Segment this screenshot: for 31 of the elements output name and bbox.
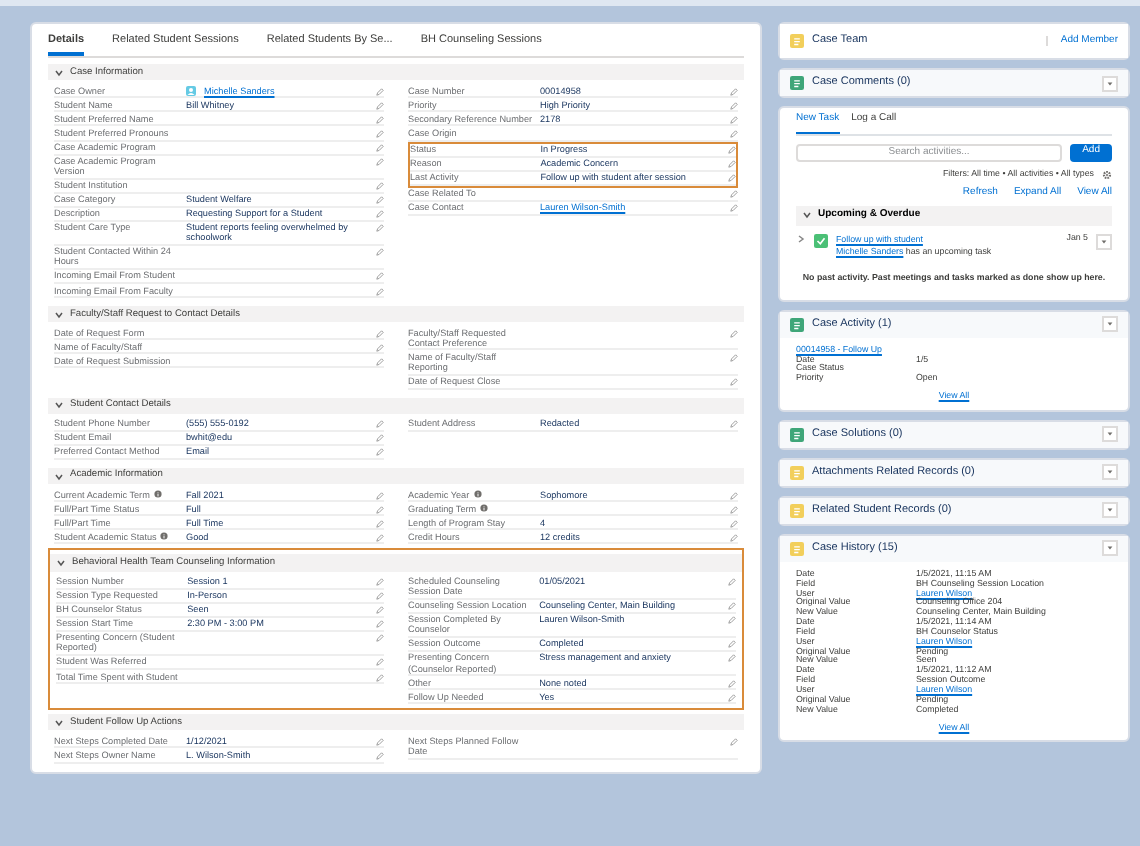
chevron-icon: [802, 210, 812, 221]
chevron-icon: [54, 471, 64, 482]
chevron-icon: [54, 309, 64, 320]
edit-icon: [730, 353, 738, 362]
chevron-icon: [56, 558, 66, 569]
edit-icon: [730, 737, 738, 746]
chevron-icon: [54, 67, 64, 78]
edit-icon: [730, 420, 738, 429]
dropdown-button[interactable]: [1102, 316, 1118, 333]
edit-icon: [376, 248, 384, 257]
edit-icon: [730, 378, 738, 387]
edit-icon: [730, 329, 738, 338]
caret-icon: [1106, 506, 1114, 515]
caret-icon: [1106, 544, 1114, 553]
dropdown-button[interactable]: [1096, 233, 1112, 249]
chevron-icon: [54, 717, 64, 728]
task-icon: [814, 233, 828, 247]
caret-icon: [1106, 468, 1114, 477]
settings-icon: [1102, 169, 1112, 179]
dropdown-button[interactable]: [1102, 502, 1118, 519]
caret-icon: [1100, 237, 1108, 245]
caret-icon: [1106, 320, 1114, 329]
chevron-icon: [796, 233, 806, 243]
edit-icon: [728, 578, 736, 587]
caret-icon: [1106, 79, 1114, 87]
dropdown-button[interactable]: [1102, 426, 1118, 443]
caret-icon: [1106, 430, 1114, 439]
chevron-icon: [54, 400, 64, 411]
dropdown-button[interactable]: [1102, 75, 1118, 91]
dropdown-button[interactable]: [1102, 464, 1118, 481]
dropdown-button[interactable]: [1102, 540, 1118, 557]
